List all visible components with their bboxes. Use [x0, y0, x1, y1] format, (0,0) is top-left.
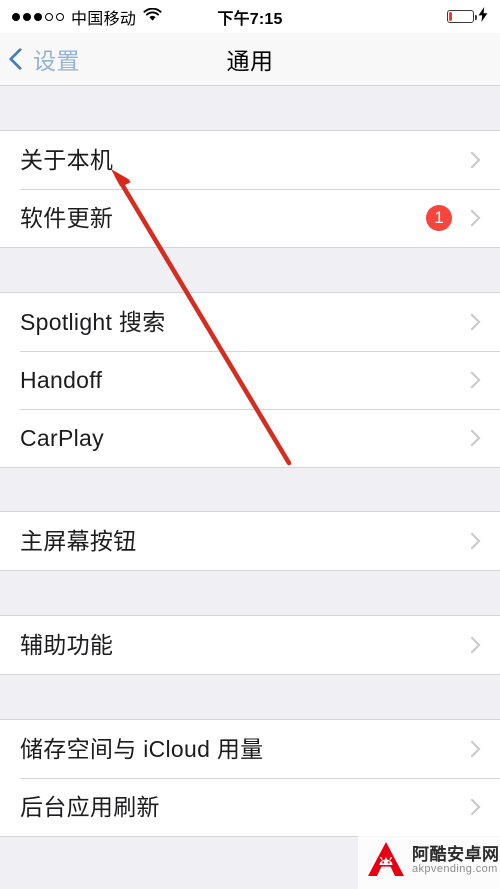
list-item-accessory: [463, 532, 484, 550]
group-spacer: [0, 248, 500, 292]
settings-group-home-button: 主屏幕按钮: [0, 511, 500, 571]
list-item-label: 后台应用刷新: [20, 793, 160, 820]
settings-group-storage: 储存空间与 iCloud 用量 后台应用刷新: [0, 719, 500, 837]
list-item-about[interactable]: 关于本机: [0, 131, 500, 189]
list-item-accessory: [463, 429, 484, 447]
battery-level-fill: [449, 12, 453, 21]
group-spacer: [0, 468, 500, 511]
signal-dot-filled: [34, 12, 42, 21]
list-item-label: Spotlight 搜索: [20, 308, 166, 335]
signal-strength-dots: [12, 12, 64, 21]
list-item-label: 主屏幕按钮: [20, 527, 137, 554]
list-item-handoff[interactable]: Handoff: [0, 351, 500, 409]
battery-icon: [447, 10, 477, 23]
signal-dot-filled: [12, 12, 20, 21]
chevron-right-icon: [463, 313, 481, 331]
wifi-icon: [143, 7, 162, 27]
list-item-label: 辅助功能: [20, 631, 114, 658]
chevron-right-icon: [463, 371, 481, 389]
list-item-label: 软件更新: [20, 204, 114, 231]
list-item-accessory: 1: [426, 205, 484, 231]
status-bar-left: 中国移动: [12, 5, 162, 29]
group-spacer: [0, 571, 500, 615]
chevron-right-icon: [463, 798, 481, 816]
chevron-right-icon: [463, 209, 481, 227]
chevron-right-icon: [463, 636, 481, 654]
list-item-storage-icloud-usage[interactable]: 储存空间与 iCloud 用量: [0, 720, 500, 778]
list-item-accessory: [463, 313, 484, 331]
settings-group-features: Spotlight 搜索 Handoff CarPlay: [0, 292, 500, 468]
list-item-accessory: [463, 371, 484, 389]
group-spacer: [0, 86, 500, 130]
settings-list: 关于本机 软件更新 1 Spotlight 搜索 Handoff CarPlay…: [0, 86, 500, 837]
watermark-text: 阿酷安卓网 akpvending.com: [412, 846, 500, 875]
back-button-label: 设置: [33, 48, 80, 74]
list-item-accessibility[interactable]: 辅助功能: [0, 616, 500, 674]
list-item-home-button[interactable]: 主屏幕按钮: [0, 512, 500, 570]
status-badge: 1: [426, 205, 452, 231]
status-bar-right: [447, 6, 488, 27]
settings-group-device: 关于本机 软件更新 1: [0, 130, 500, 248]
chevron-left-icon: [8, 47, 32, 70]
lightning-bolt-icon: [478, 6, 488, 27]
list-item-label: 储存空间与 iCloud 用量: [20, 735, 264, 762]
chevron-right-icon: [463, 429, 481, 447]
list-item-software-update[interactable]: 软件更新 1: [0, 189, 500, 247]
watermark: 阿酷安卓网 akpvending.com: [358, 833, 500, 889]
iphone-settings-general-screen: 中国移动 下午7:15 设置 通用 关于本机 软件更新 1 Spotlight …: [0, 0, 500, 889]
carrier-name: 中国移动: [71, 10, 137, 28]
list-item-label: Handoff: [20, 366, 103, 393]
signal-dot-empty: [45, 12, 53, 21]
watermark-subtitle: akpvending.com: [412, 863, 498, 876]
signal-dot-empty: [56, 12, 64, 21]
list-item-accessory: [463, 798, 484, 816]
android-a-logo-icon: [366, 839, 406, 884]
chevron-right-icon: [463, 740, 481, 758]
chevron-right-icon: [463, 151, 481, 169]
list-item-carplay[interactable]: CarPlay: [0, 409, 500, 467]
list-item-label: 关于本机: [20, 146, 114, 173]
list-item-accessory: [463, 151, 484, 169]
list-item-accessory: [463, 740, 484, 758]
signal-dot-filled: [23, 12, 31, 21]
settings-group-accessibility: 辅助功能: [0, 615, 500, 675]
group-spacer: [0, 675, 500, 719]
back-button[interactable]: 设置: [0, 42, 80, 76]
chevron-right-icon: [463, 532, 481, 550]
list-item-accessory: [463, 636, 484, 654]
list-item-spotlight-search[interactable]: Spotlight 搜索: [0, 293, 500, 351]
navigation-bar: 设置 通用: [0, 33, 500, 86]
status-bar: 中国移动 下午7:15: [0, 0, 500, 33]
list-item-background-app-refresh[interactable]: 后台应用刷新: [0, 778, 500, 836]
list-item-label: CarPlay: [20, 424, 104, 451]
watermark-title: 阿酷安卓网: [412, 845, 500, 865]
